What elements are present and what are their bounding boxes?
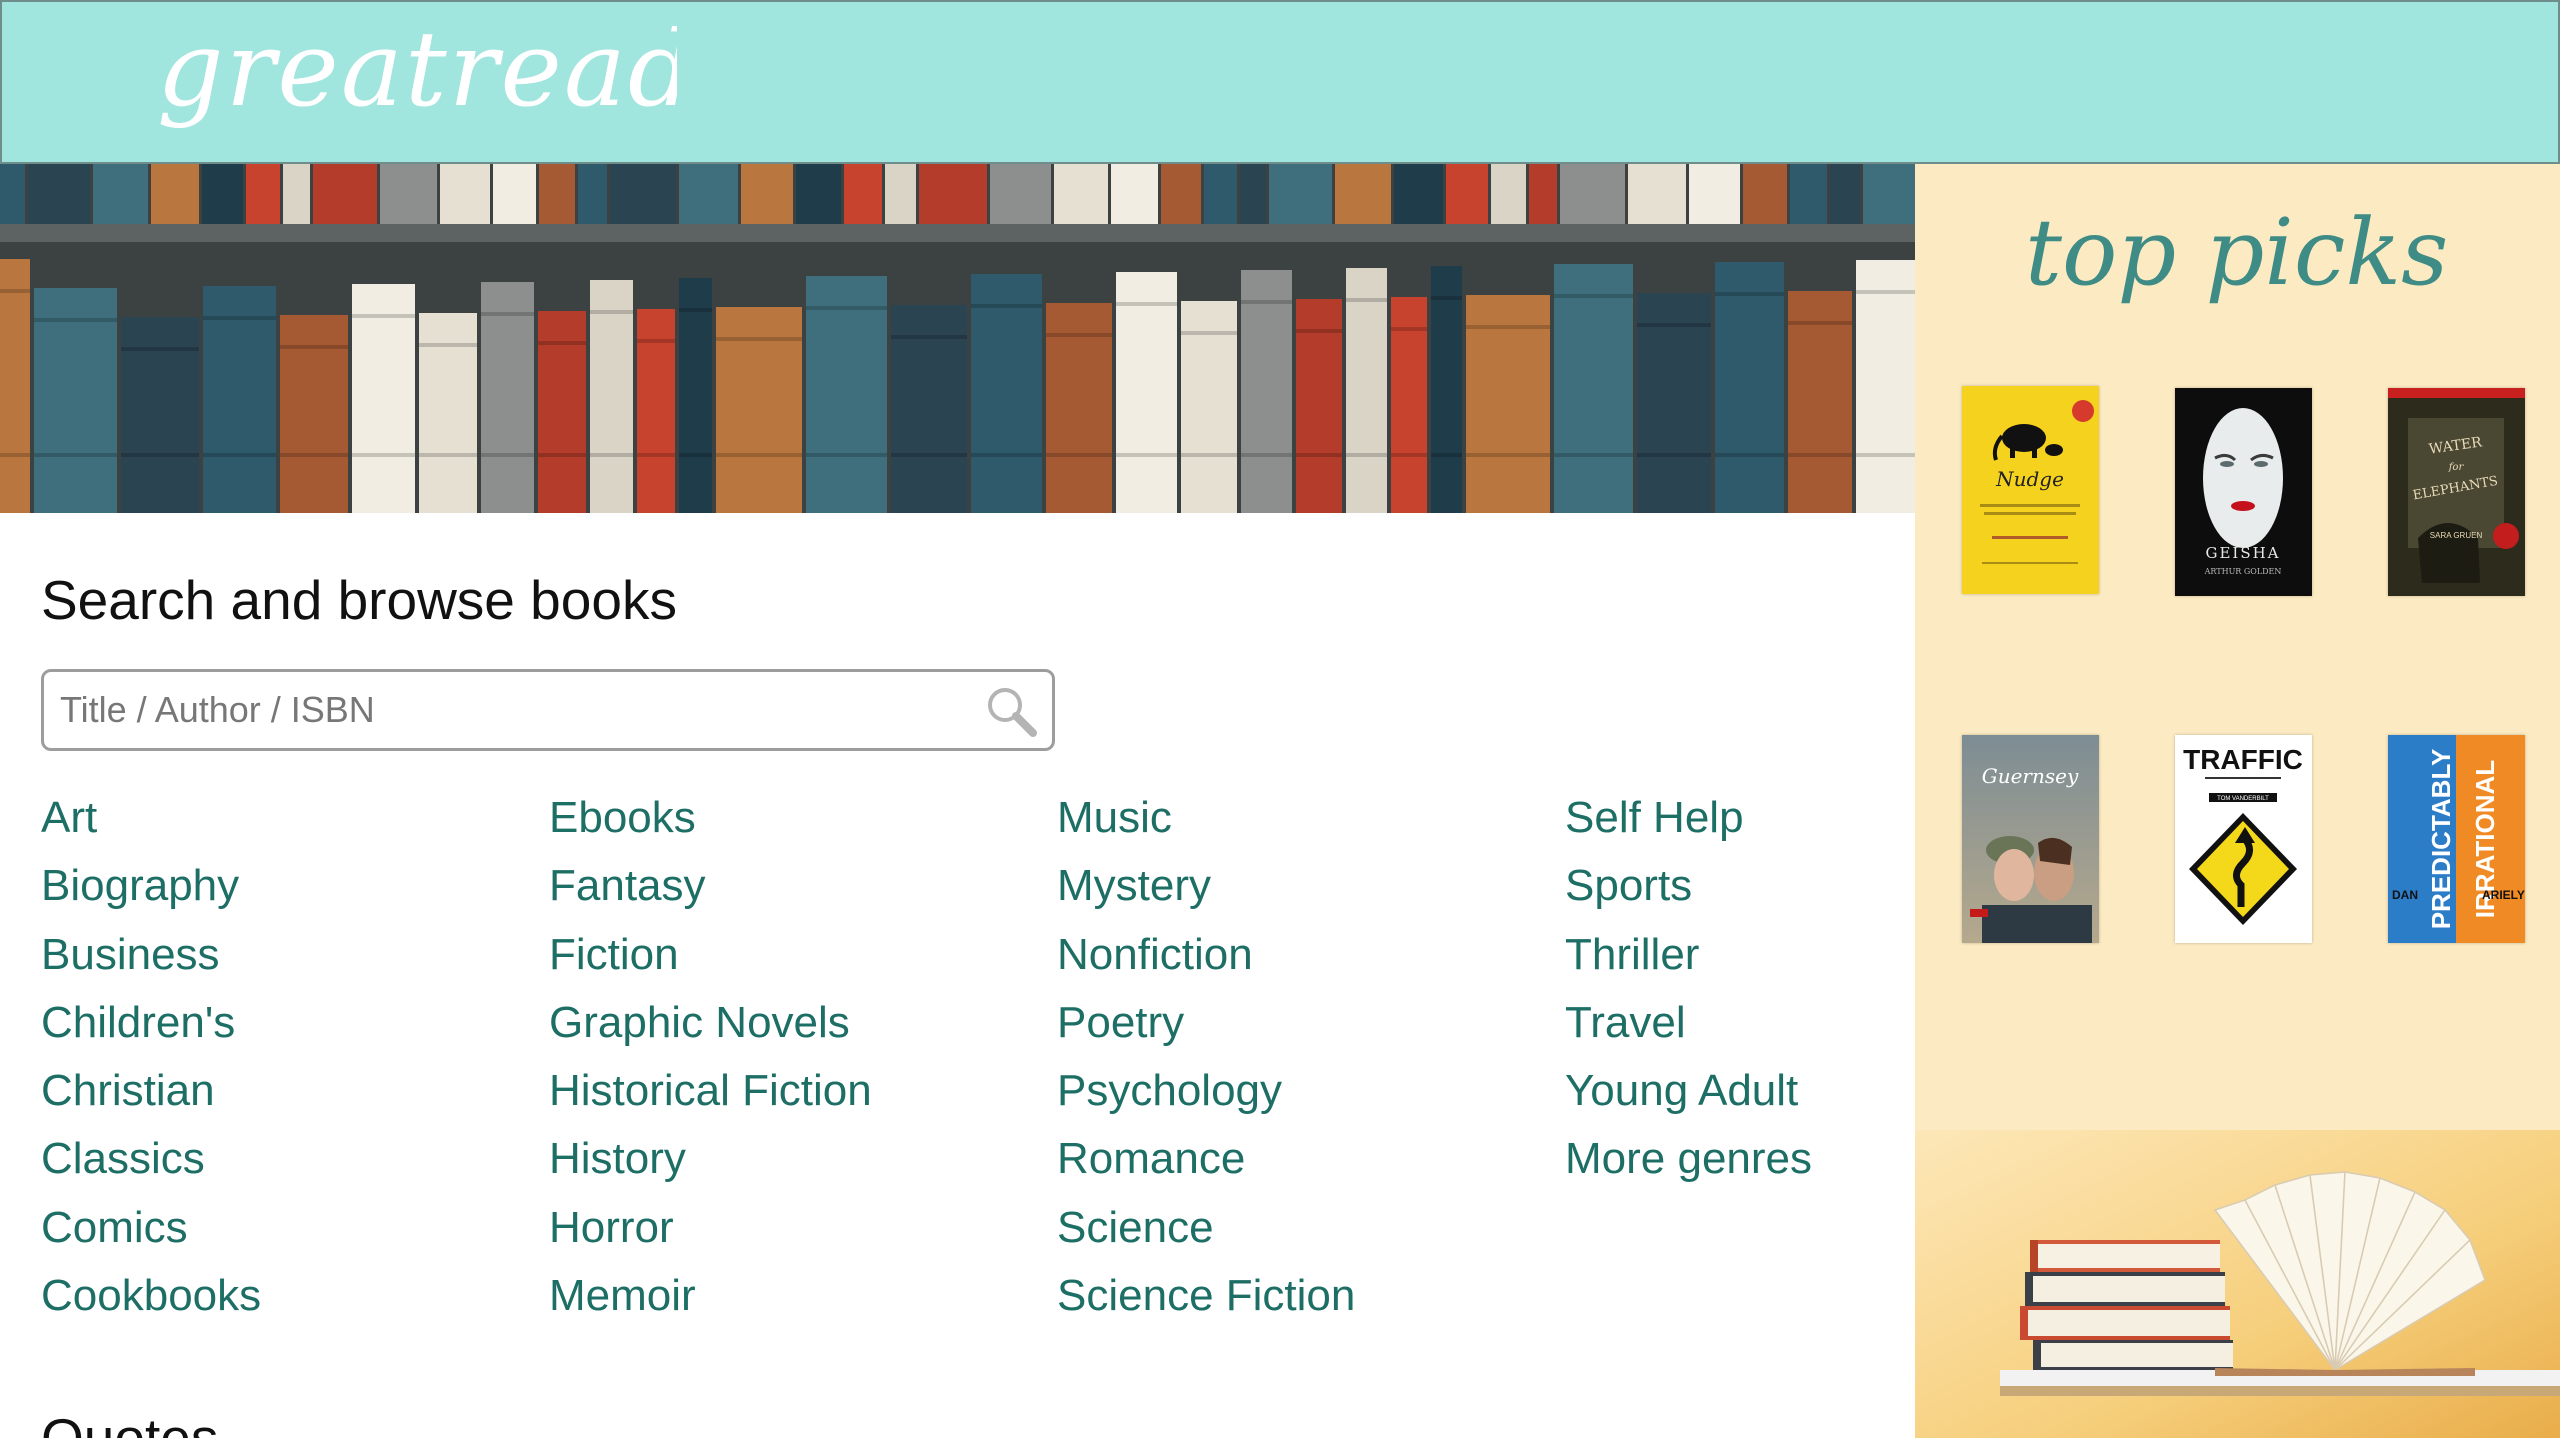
svg-text:ARTHUR GOLDEN: ARTHUR GOLDEN (2204, 567, 2282, 576)
page-title: Search and browse books (41, 569, 677, 631)
genre-link[interactable]: Science (1057, 1200, 1557, 1268)
book-cover-geisha[interactable]: GEISHA ARTHUR GOLDEN (2175, 388, 2312, 596)
logo-text: greatreads (157, 10, 677, 130)
genre-link[interactable]: Psychology (1057, 1063, 1557, 1131)
search-icon[interactable] (982, 682, 1040, 740)
genre-link[interactable]: Graphic Novels (549, 995, 1049, 1063)
genre-link[interactable]: Fiction (549, 927, 1049, 995)
genre-link[interactable]: Ebooks (549, 790, 1049, 858)
genre-link[interactable]: Nonfiction (1057, 927, 1557, 995)
genre-link[interactable]: Science Fiction (1057, 1268, 1557, 1336)
search-box[interactable] (41, 669, 1055, 751)
svg-text:DAN: DAN (2392, 888, 2418, 902)
genre-link[interactable]: Business (41, 927, 541, 995)
genre-link[interactable]: History (549, 1131, 1049, 1199)
genre-link[interactable]: Mystery (1057, 858, 1557, 926)
svg-text:Guernsey: Guernsey (1982, 764, 2079, 788)
svg-text:PREDICTABLY: PREDICTABLY (2426, 749, 2456, 930)
genre-link[interactable]: Classics (41, 1131, 541, 1199)
book-cover-traffic[interactable]: TRAFFIC TOM VANDERBILT (2175, 735, 2312, 943)
top-picks-sidebar: top picks Nudge GEISHA ARTHUR GOLDEN WAT… (1915, 164, 2560, 1438)
top-picks-title: top picks (2025, 199, 2448, 306)
book-cover-predictably-irrational[interactable]: PREDICTABLY IRRATIONAL DAN ARIELY (2388, 735, 2525, 943)
genre-link[interactable]: Biography (41, 858, 541, 926)
genre-link[interactable]: Cookbooks (41, 1268, 541, 1336)
genre-link[interactable]: Christian (41, 1063, 541, 1131)
genre-link[interactable]: Fantasy (549, 858, 1049, 926)
quotes-heading-partial: Quotes (41, 1408, 218, 1438)
genre-list: Art Biography Business Children's Christ… (41, 790, 1901, 1350)
main-content: Search and browse books Art Biography Bu… (0, 513, 1915, 1438)
bookshelf-banner-image (0, 164, 1915, 513)
genre-column-3: Music Mystery Nonfiction Poetry Psycholo… (1057, 790, 1557, 1336)
genre-link[interactable]: Poetry (1057, 995, 1557, 1063)
svg-text:ARIELY: ARIELY (2482, 888, 2525, 902)
genre-column-1: Art Biography Business Children's Christ… (41, 790, 541, 1336)
site-logo[interactable]: greatreads (157, 10, 677, 160)
genre-link[interactable]: Historical Fiction (549, 1063, 1049, 1131)
svg-text:TOM VANDERBILT: TOM VANDERBILT (2217, 796, 2269, 802)
book-cover-water-for-elephants[interactable]: WATER for ELEPHANTS SARA GRUEN (2388, 388, 2525, 596)
site-header: greatreads (0, 0, 2560, 164)
svg-text:TRAFFIC: TRAFFIC (2183, 744, 2303, 775)
svg-text:GEISHA: GEISHA (2205, 544, 2280, 562)
genre-link[interactable]: Romance (1057, 1131, 1557, 1199)
svg-text:Nudge: Nudge (1995, 467, 2064, 491)
book-cover-nudge[interactable]: Nudge (1962, 386, 2099, 594)
svg-text:for: for (2448, 462, 2465, 473)
search-input[interactable] (60, 682, 980, 738)
genre-link[interactable]: Memoir (549, 1268, 1049, 1336)
genre-link[interactable]: Comics (41, 1200, 541, 1268)
svg-text:SARA GRUEN: SARA GRUEN (2430, 531, 2483, 540)
svg-text:top picks: top picks (2025, 199, 2448, 306)
book-cover-guernsey[interactable]: Guernsey (1962, 735, 2099, 943)
genre-column-2: Ebooks Fantasy Fiction Graphic Novels Hi… (549, 790, 1049, 1336)
genre-link[interactable]: Children's (41, 995, 541, 1063)
genre-link[interactable]: Horror (549, 1200, 1049, 1268)
genre-link[interactable]: Art (41, 790, 541, 858)
books-stack-photo (1915, 1130, 2560, 1438)
genre-link[interactable]: Music (1057, 790, 1557, 858)
